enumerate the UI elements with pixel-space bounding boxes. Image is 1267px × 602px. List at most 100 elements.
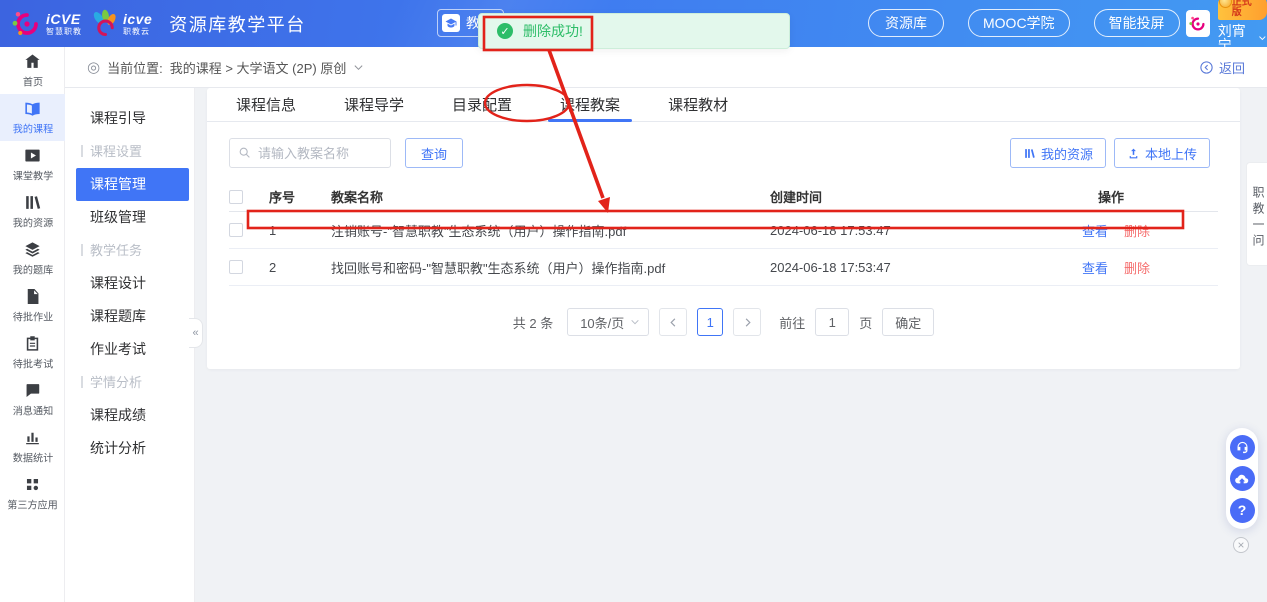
query-button[interactable]: 查询: [405, 138, 463, 168]
books-icon: [1023, 147, 1036, 160]
sidebar-item-classroom-teaching[interactable]: 课堂教学: [0, 141, 65, 188]
goto-page-input[interactable]: [815, 308, 849, 336]
header-created: 创建时间: [770, 187, 1070, 206]
icve-zhijiaoyun-logo: icve职教云: [89, 9, 152, 39]
chevron-right-icon: [742, 317, 753, 328]
submenu-item-course-design[interactable]: 课程设计: [65, 267, 194, 300]
nav-mooc-academy-button[interactable]: MOOC学院: [968, 9, 1070, 37]
play-square-icon: [23, 146, 42, 165]
chevron-down-icon: [1258, 33, 1267, 43]
nav-resource-library-button[interactable]: 资源库: [868, 9, 944, 37]
submenu-section-teaching-tasks: 教学任务: [65, 234, 194, 267]
select-all-checkbox[interactable]: [229, 190, 243, 204]
icve-swirl-icon: [12, 9, 42, 39]
chevron-down-icon[interactable]: [353, 62, 364, 73]
row-created-time: 2024-06-18 17:53:47: [770, 223, 1070, 238]
local-upload-button[interactable]: 本地上传: [1114, 138, 1210, 168]
row-seq: 1: [269, 223, 331, 238]
page-number-1[interactable]: 1: [697, 308, 723, 336]
toast-message: 删除成功!: [523, 21, 583, 41]
search-box: [229, 138, 391, 168]
nav-smart-casting-button[interactable]: 智能投屏: [1094, 9, 1180, 37]
header-name: 教案名称: [331, 187, 770, 206]
submenu-item-statistical-analysis[interactable]: 统计分析: [65, 432, 194, 465]
open-book-icon: [23, 99, 42, 118]
lesson-plan-table: 序号 教案名称 创建时间 操作 1 注销账号-"智慧职教"生态系统（用户）操作指…: [229, 182, 1218, 286]
next-page-button[interactable]: [733, 308, 761, 336]
sidebar-item-pending-exams[interactable]: 待批考试: [0, 329, 65, 376]
row-checkbox[interactable]: [229, 223, 243, 237]
customer-service-button[interactable]: [1230, 435, 1255, 460]
sidebar-item-third-party-apps[interactable]: 第三方应用: [0, 470, 65, 517]
tab-course-textbook[interactable]: 课程教材: [662, 88, 734, 121]
breadcrumb-path[interactable]: 我的课程 > 大学语文 (2P) 原创: [170, 58, 347, 77]
confirm-button[interactable]: 确定: [882, 308, 934, 336]
submenu-item-course-question-bank[interactable]: 课程题库: [65, 300, 194, 333]
headset-icon: [1235, 440, 1250, 455]
sidebar-item-data-statistics[interactable]: 数据统计: [0, 423, 65, 470]
avatar[interactable]: [1186, 10, 1210, 37]
submenu-item-class-management[interactable]: 班级管理: [65, 201, 194, 234]
app-root: iCVE智慧职教 icve职教云 资源库教学平台 教师 资源库 MOOC学院: [0, 0, 1267, 602]
bar-chart-icon: [23, 428, 42, 447]
download-button[interactable]: [1230, 466, 1255, 491]
delete-link[interactable]: 删除: [1124, 221, 1150, 240]
view-link[interactable]: 查看: [1082, 221, 1108, 240]
lesson-plan-search-input[interactable]: [229, 138, 391, 168]
version-badge: 正式版: [1218, 0, 1267, 20]
success-check-icon: ✓: [497, 23, 513, 39]
location-pin-icon: ◎: [87, 58, 100, 76]
close-icon: [1237, 541, 1245, 549]
tab-catalog-config[interactable]: 目录配置: [446, 88, 518, 121]
search-icon: [238, 146, 251, 159]
sidebar-item-my-resources[interactable]: 我的资源: [0, 188, 65, 235]
page-size-select[interactable]: 10条/页: [567, 308, 649, 336]
floating-toolbar: ?: [1226, 428, 1258, 529]
row-seq: 2: [269, 260, 331, 275]
view-link[interactable]: 查看: [1082, 258, 1108, 277]
course-tabs: 课程信息 课程导学 目录配置 课程教案 课程教材: [207, 88, 1240, 122]
sidebar-item-home[interactable]: 首页: [0, 47, 65, 94]
back-button[interactable]: 返回: [1199, 58, 1245, 77]
submenu-section-learning-analysis: 学情分析: [65, 366, 194, 399]
close-floating-toolbar-button[interactable]: [1233, 537, 1249, 553]
breadcrumb-prefix: 当前位置:: [107, 58, 163, 77]
cloud-download-icon: [1234, 471, 1250, 487]
tab-course-info[interactable]: 课程信息: [230, 88, 302, 121]
sidebar-item-my-question-bank[interactable]: 我的题库: [0, 235, 65, 282]
row-created-time: 2024-06-18 17:53:47: [770, 260, 1070, 275]
tab-course-guide[interactable]: 课程导学: [338, 88, 410, 121]
header-ops: 操作: [1070, 187, 1218, 206]
page-unit-label: 页: [859, 313, 872, 332]
teacher-icon: [442, 14, 460, 32]
my-resources-button[interactable]: 我的资源: [1010, 138, 1106, 168]
back-arrow-icon: [1199, 60, 1214, 75]
submenu-item-course-grades[interactable]: 课程成绩: [65, 399, 194, 432]
table-header-row: 序号 教案名称 创建时间 操作: [229, 182, 1218, 212]
clipboard-icon: [23, 334, 42, 353]
submenu-item-course-management[interactable]: 课程管理: [76, 168, 189, 201]
row-file-name: 注销账号-"智慧职教"生态系统（用户）操作指南.pdf: [331, 221, 770, 240]
tab-lesson-plans[interactable]: 课程教案: [554, 88, 626, 121]
sidebar-item-pending-homework[interactable]: 待批作业: [0, 282, 65, 329]
help-button[interactable]: ?: [1230, 498, 1255, 523]
books-icon: [23, 193, 42, 212]
back-label: 返回: [1219, 58, 1245, 77]
zhijiao-yiwen-edge-tab[interactable]: 职教一问: [1246, 162, 1267, 266]
logo-secondary-brand: icve: [123, 12, 152, 26]
user-area: 正式版 刘宵宁: [1186, 0, 1267, 47]
table-row: 2 找回账号和密码-"智慧职教"生态系统（用户）操作指南.pdf 2024-06…: [229, 249, 1218, 286]
submenu-item-homework-exam[interactable]: 作业考试: [65, 333, 194, 366]
sidebar-item-my-courses[interactable]: 我的课程: [0, 94, 65, 141]
app-grid-icon: [23, 475, 42, 494]
home-icon: [23, 52, 42, 71]
row-checkbox[interactable]: [229, 260, 243, 274]
prev-page-button[interactable]: [659, 308, 687, 336]
delete-link[interactable]: 删除: [1124, 258, 1150, 277]
username-menu[interactable]: 刘宵宁: [1218, 24, 1267, 52]
table-row: 1 注销账号-"智慧职教"生态系统（用户）操作指南.pdf 2024-06-18…: [229, 212, 1218, 249]
submenu-item-course-guide[interactable]: 课程引导: [65, 102, 194, 135]
sidebar-item-notifications[interactable]: 消息通知: [0, 376, 65, 423]
submenu-collapse-handle[interactable]: «: [189, 318, 203, 348]
upload-icon: [1127, 147, 1140, 160]
